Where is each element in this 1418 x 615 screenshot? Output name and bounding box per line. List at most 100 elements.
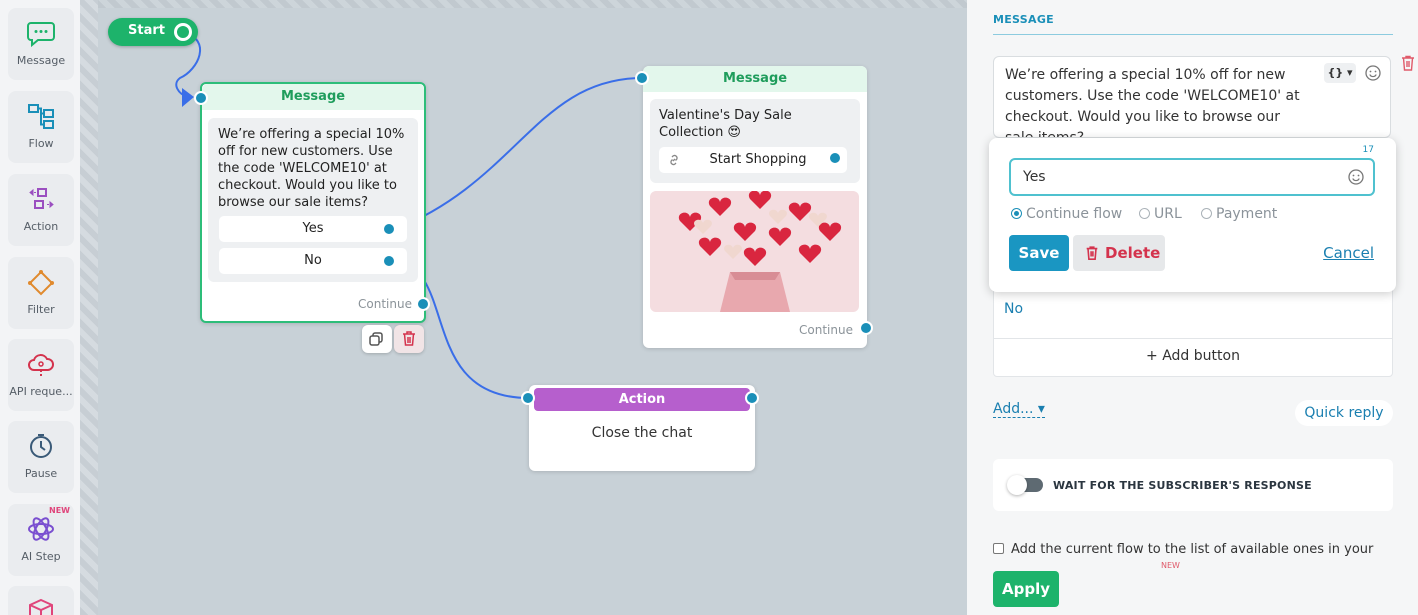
radio-continue-flow[interactable]: Continue flow (1011, 206, 1122, 222)
radio-label: URL (1154, 206, 1182, 222)
filter-icon (28, 270, 54, 296)
message-button-yes[interactable]: Yes (219, 216, 407, 242)
palette-item-label: AI Step (21, 550, 61, 563)
radio-label: Continue flow (1026, 206, 1123, 222)
radio-icon (1139, 208, 1150, 219)
message-bubble: Valentine's Day Sale Collection 😍 Start … (650, 99, 860, 183)
message-node-sale[interactable]: Message Valentine's Day Sale Collection … (635, 66, 873, 348)
delete-label: Delete (1105, 244, 1161, 262)
palette-item-label: API reque... (9, 385, 73, 398)
start-shopping-output-port[interactable] (828, 151, 842, 165)
palette-item-api-request[interactable]: API reque... (8, 339, 74, 411)
palette-item-label: Filter (27, 303, 55, 316)
delete-node-button[interactable] (394, 325, 424, 353)
action-text: Close the chat (591, 425, 693, 441)
palette-item-message[interactable]: Message (8, 8, 74, 80)
trash-icon (1086, 246, 1098, 261)
radio-selected-icon (1011, 208, 1022, 219)
valentine-hearts-image (650, 191, 859, 312)
add-button-link[interactable]: + Add button (994, 348, 1392, 364)
node-title: Action (534, 388, 750, 411)
palette-item-action[interactable]: Action (8, 174, 74, 246)
node-title: Message (643, 66, 867, 92)
button-list-item-no[interactable]: No (1004, 301, 1023, 317)
palette-item-label: Action (23, 220, 59, 233)
wire-yes-to-message (395, 77, 644, 230)
continue-label: Continue (358, 297, 412, 311)
radio-icon (1201, 208, 1212, 219)
flow-canvas[interactable]: Start Message We’re offering a special 1… (98, 0, 967, 615)
sidebar-divider (80, 0, 98, 615)
start-label: Start (128, 23, 165, 38)
copy-node-button[interactable] (362, 325, 392, 353)
start-shopping-label: Start Shopping (709, 152, 807, 167)
quick-reply-button[interactable]: Quick reply (1295, 400, 1393, 426)
action-node[interactable]: Action Close the chat (521, 385, 759, 471)
buttons-list: No + Add button (993, 280, 1393, 377)
palette-item-label: Flow (28, 137, 54, 150)
char-count: 17 (1362, 145, 1374, 155)
no-output-port[interactable] (382, 254, 396, 268)
continue-label: Continue (799, 323, 853, 337)
insert-variable-button[interactable]: {} ▾ (1324, 63, 1356, 83)
message-text: We’re offering a special 10% off for new… (218, 127, 405, 210)
palette-item-label: Message (16, 54, 66, 67)
action-icon (29, 188, 54, 209)
emoji-icon[interactable] (1347, 168, 1365, 186)
node-settings-panel: MESSAGE We’re offering a special 10% off… (967, 0, 1418, 615)
yes-output-port[interactable] (382, 222, 396, 236)
wait-response-card: WAIT FOR THE SUBSCRIBER'S RESPONSE (993, 459, 1393, 511)
palette-item-box[interactable] (8, 586, 74, 615)
wait-response-label: WAIT FOR THE SUBSCRIBER'S RESPONSE (1053, 479, 1312, 492)
button-edit-popup: 17 Yes Continue flow URL Payment Save De… (989, 138, 1396, 292)
input-port[interactable] (194, 91, 208, 105)
ai-atom-icon (28, 517, 54, 541)
copy-icon (369, 332, 383, 346)
button-text-value: Yes (1023, 169, 1046, 185)
radio-url[interactable]: URL (1139, 206, 1182, 222)
palette-item-pause[interactable]: Pause (8, 421, 74, 493)
delete-message-icon[interactable] (1399, 54, 1417, 72)
emoji-icon[interactable] (1364, 64, 1382, 82)
link-icon (670, 154, 678, 166)
message-button-no[interactable]: No (219, 248, 407, 274)
save-button[interactable]: Save (1009, 235, 1069, 271)
add-flow-checkbox[interactable] (993, 543, 1004, 554)
delete-button[interactable]: Delete (1073, 235, 1165, 271)
cancel-link[interactable]: Cancel (1323, 244, 1374, 262)
continue-output-port[interactable] (416, 297, 430, 311)
message-node-selected[interactable]: Message We’re offering a special 10% off… (194, 82, 430, 323)
start-output-port[interactable] (174, 23, 192, 41)
output-port[interactable] (745, 391, 759, 405)
flow-icon (28, 104, 54, 129)
box-icon (29, 598, 53, 615)
chat-bubble-icon (27, 22, 55, 48)
continue-output-port[interactable] (859, 321, 873, 335)
start-shopping-button[interactable]: Start Shopping (659, 147, 847, 173)
trash-icon (403, 331, 415, 346)
section-underline (993, 34, 1393, 35)
clock-icon (30, 434, 52, 458)
message-text: Valentine's Day Sale Collection 😍 (659, 108, 792, 140)
button-text-input[interactable]: Yes (1009, 158, 1375, 196)
palette-item-filter[interactable]: Filter (8, 257, 74, 329)
radio-payment[interactable]: Payment (1201, 206, 1277, 222)
message-textarea-text: We’re offering a special 10% off for new… (1005, 67, 1300, 138)
message-textarea[interactable]: We’re offering a special 10% off for new… (993, 56, 1391, 138)
new-badge: NEW (1161, 561, 1180, 570)
section-title: MESSAGE (993, 13, 1054, 26)
radio-label: Payment (1216, 206, 1278, 222)
add-flow-checkbox-label: Add the current flow to the list of avai… (1011, 542, 1374, 557)
start-node[interactable]: Start (108, 18, 198, 46)
node-palette-sidebar: Message Flow Action Filter API reque... … (0, 0, 80, 615)
node-title: Message (202, 84, 424, 110)
add-dropdown[interactable]: Add... ▾ (993, 401, 1045, 418)
cloud-api-icon (28, 354, 54, 376)
palette-item-flow[interactable]: Flow (8, 91, 74, 163)
input-port[interactable] (521, 391, 535, 405)
apply-button[interactable]: Apply (993, 571, 1059, 607)
wait-response-toggle[interactable] (1007, 475, 1043, 495)
divider (994, 338, 1392, 339)
palette-item-ai-step[interactable]: NEW AI Step (8, 504, 74, 576)
input-port[interactable] (635, 71, 649, 85)
